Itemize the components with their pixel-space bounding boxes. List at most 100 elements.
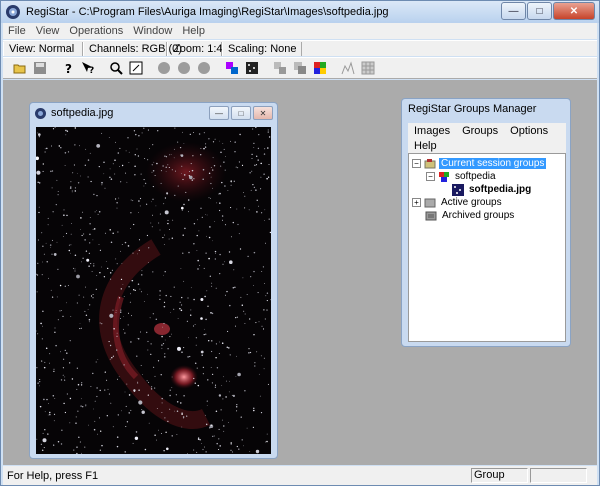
histogram-button[interactable] (339, 59, 357, 77)
star (237, 223, 239, 226)
circle-button-1[interactable] (155, 59, 173, 77)
blend-button[interactable] (311, 59, 329, 77)
circle-button-2[interactable] (175, 59, 193, 77)
star (208, 197, 210, 199)
star (120, 309, 122, 311)
star (125, 172, 127, 174)
image-canvas[interactable] (36, 127, 271, 454)
tree-label-archived-groups[interactable]: Archived groups (440, 210, 516, 221)
star (168, 166, 170, 169)
help-button[interactable]: ? (59, 59, 77, 77)
gm-menu-groups[interactable]: Groups (456, 125, 504, 137)
star (223, 376, 224, 378)
star (202, 168, 205, 171)
star (153, 366, 155, 368)
star (71, 191, 73, 193)
star (138, 239, 141, 241)
star (120, 288, 122, 290)
gm-menu-options[interactable]: Options (504, 125, 554, 137)
close-button[interactable]: ✕ (553, 2, 595, 20)
tree-node-softpedia-group[interactable]: − softpedia (426, 170, 498, 183)
groups-manager-titlebar[interactable]: RegiStar Groups Manager (402, 99, 570, 119)
star (255, 322, 257, 324)
star (208, 257, 210, 260)
star (251, 153, 253, 156)
tree-node-archived-groups[interactable]: Archived groups (425, 209, 516, 222)
collapse-icon[interactable]: − (412, 159, 421, 168)
star (253, 147, 255, 148)
star (101, 323, 103, 325)
tree-node-softpedia-image[interactable]: softpedia.jpg (452, 183, 533, 196)
star (135, 431, 138, 433)
menu-file[interactable]: File (3, 25, 31, 37)
star (222, 219, 223, 221)
context-help-button[interactable]: ? (79, 59, 97, 77)
star (93, 428, 96, 431)
open-button[interactable] (11, 59, 29, 77)
star (64, 165, 66, 166)
save-button[interactable] (31, 59, 49, 77)
combine-button[interactable] (243, 59, 261, 77)
star (140, 291, 142, 293)
collapse-icon[interactable]: − (426, 172, 435, 181)
star (214, 258, 216, 260)
star (185, 191, 187, 193)
star (84, 446, 86, 448)
tree-label-softpedia-image[interactable]: softpedia.jpg (467, 184, 533, 195)
title-bar[interactable]: RegiStar - C:\Program Files\Auriga Imagi… (1, 1, 599, 23)
star (228, 347, 230, 349)
star (134, 289, 136, 292)
star (267, 147, 269, 149)
star (268, 218, 270, 220)
star (104, 187, 106, 189)
star (87, 159, 90, 161)
menu-operations[interactable]: Operations (64, 25, 128, 37)
image-maximize-button[interactable]: □ (231, 106, 251, 120)
star (64, 285, 66, 287)
image-close-button[interactable]: ✕ (253, 106, 273, 120)
image-minimize-button[interactable]: — (209, 106, 229, 120)
star (161, 344, 163, 346)
gm-menu-images[interactable]: Images (408, 125, 456, 137)
stack-button[interactable] (291, 59, 309, 77)
star (66, 393, 69, 395)
grid-button[interactable] (359, 59, 377, 77)
fit-button[interactable] (127, 59, 145, 77)
tree-label-current-session[interactable]: Current session groups (439, 158, 547, 169)
star (234, 325, 237, 327)
zoom-button[interactable] (107, 59, 125, 77)
tree-node-active-groups[interactable]: + Active groups (412, 196, 504, 209)
star (214, 221, 216, 222)
star (85, 148, 87, 150)
tree-label-active-groups[interactable]: Active groups (439, 197, 504, 208)
star (193, 243, 195, 245)
group-icon (439, 171, 449, 182)
register-button[interactable] (223, 59, 241, 77)
star (45, 242, 47, 244)
menu-help[interactable]: Help (177, 25, 210, 37)
gm-menu-help[interactable]: Help (408, 140, 443, 152)
star (154, 434, 156, 437)
groups-manager-window[interactable]: RegiStar Groups Manager Images Groups Op… (401, 98, 571, 347)
star (91, 271, 93, 273)
tree-node-current-session[interactable]: − Current session groups (412, 157, 547, 170)
align-button[interactable] (271, 59, 289, 77)
star (256, 211, 258, 213)
image-window[interactable]: softpedia.jpg — □ ✕ (29, 102, 278, 459)
menu-window[interactable]: Window (128, 25, 177, 37)
stack-icon (294, 62, 306, 74)
star (69, 362, 71, 364)
maximize-button[interactable]: □ (527, 2, 552, 20)
expand-icon[interactable]: + (412, 198, 421, 207)
star (174, 170, 176, 172)
star (81, 452, 82, 454)
image-thumb-icon (452, 183, 464, 196)
circle-button-3[interactable] (195, 59, 213, 77)
star (130, 212, 132, 214)
star (258, 373, 260, 375)
star (114, 173, 116, 175)
star (229, 304, 231, 307)
minimize-button[interactable]: — (501, 2, 526, 20)
tree-label-softpedia-group[interactable]: softpedia (453, 171, 498, 182)
menu-view[interactable]: View (31, 25, 65, 37)
